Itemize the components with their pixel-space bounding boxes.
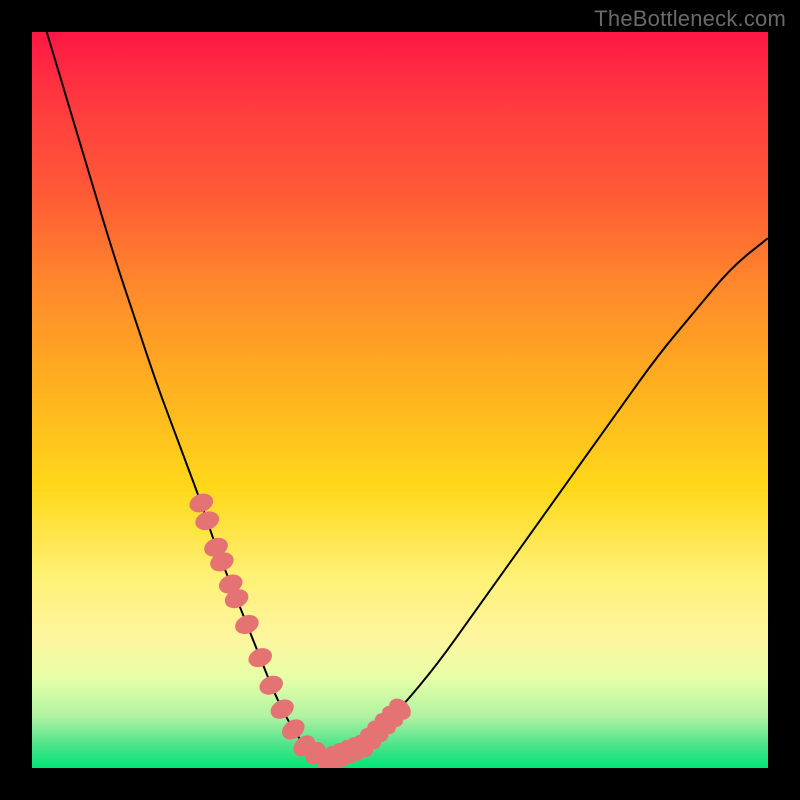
- curve-bead: [267, 696, 297, 723]
- bead-group: [187, 490, 415, 768]
- curve-bead: [257, 672, 286, 698]
- curve-bead: [232, 612, 261, 638]
- plot-area: [32, 32, 768, 768]
- curve-overlay: [32, 32, 768, 768]
- bottleneck-curve: [47, 32, 768, 757]
- chart-stage: TheBottleneck.com: [0, 0, 800, 800]
- watermark-text: TheBottleneck.com: [594, 6, 786, 32]
- curve-bead: [246, 645, 275, 671]
